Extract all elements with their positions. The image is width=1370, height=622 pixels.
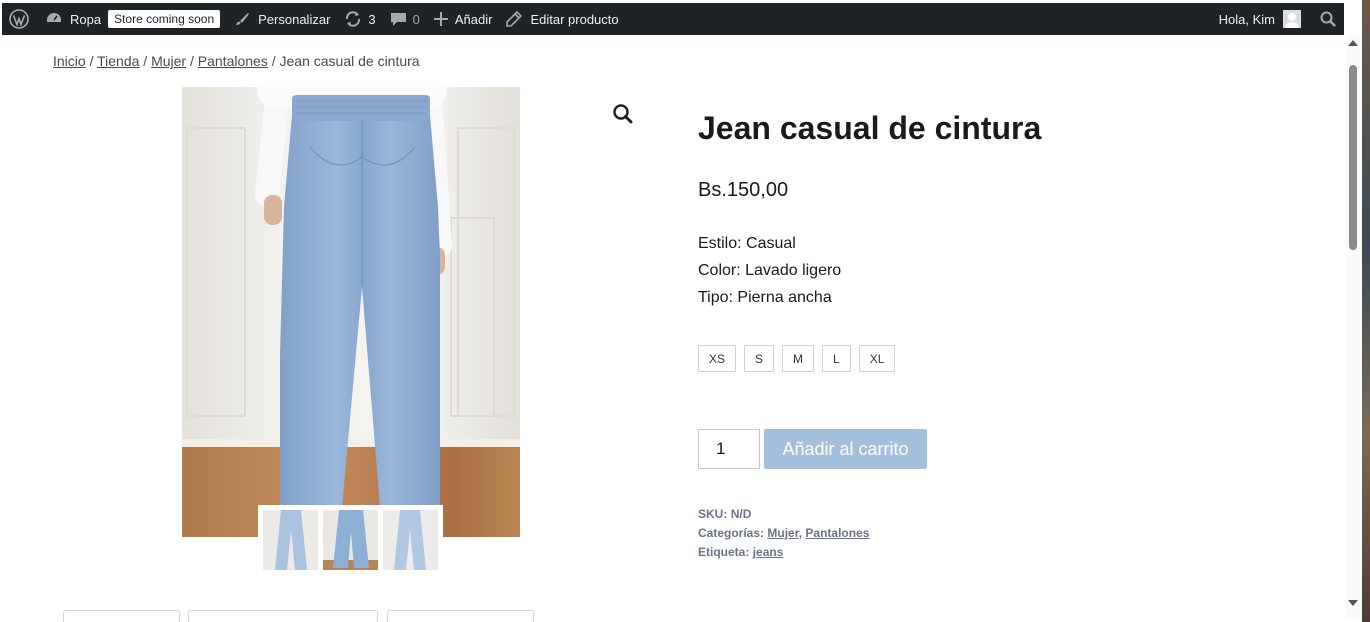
wordpress-logo-icon xyxy=(9,9,29,29)
product-thumbnail[interactable] xyxy=(323,510,378,570)
categories-line: Categorías: Mujer, Pantalones xyxy=(698,526,870,540)
customize-label: Personalizar xyxy=(258,11,331,27)
zoom-icon[interactable] xyxy=(611,102,635,126)
tag-link-jeans[interactable]: jeans xyxy=(753,545,784,559)
add-new-label: Añadir xyxy=(454,11,493,27)
sku-line: SKU: N/D xyxy=(698,505,869,524)
breadcrumb-separator: / xyxy=(186,53,198,69)
breadcrumb-mujer[interactable]: Mujer xyxy=(151,53,186,69)
size-option-xl[interactable]: XL xyxy=(858,345,896,372)
edit-product-link[interactable]: Editar producto xyxy=(499,3,625,35)
add-new-link[interactable]: Añadir xyxy=(427,3,500,35)
breadcrumb-current: Jean casual de cintura xyxy=(279,53,420,69)
admin-search-button[interactable] xyxy=(1308,3,1344,35)
thumbnail-image xyxy=(263,510,318,570)
attribute-type: Tipo: Pierna ancha xyxy=(698,289,832,306)
attribute-color: Color: Lavado ligero xyxy=(698,262,842,279)
image-jeans xyxy=(280,95,440,507)
product-short-description: Estilo: Casual Color: Lavado ligero Tipo… xyxy=(698,230,841,311)
breadcrumb: Inicio / Tienda / Mujer / Pantalones / J… xyxy=(53,53,420,69)
attribute-style: Estilo: Casual xyxy=(698,235,796,252)
avatar xyxy=(1283,10,1301,28)
category-link-mujer[interactable]: Mujer xyxy=(767,526,798,540)
image-wall-panel xyxy=(186,127,246,417)
comments-count: 0 xyxy=(412,11,420,27)
thumbnail-image xyxy=(323,510,378,570)
product-thumbnails xyxy=(258,505,443,573)
store-coming-soon-badge[interactable]: Store coming soon xyxy=(108,10,221,28)
size-swatches: XS S M L XL xyxy=(698,345,896,372)
quantity-input[interactable]: 1 xyxy=(698,429,760,469)
categories-label: Categorías: xyxy=(698,526,765,540)
tag-label: Etiqueta: xyxy=(698,545,750,559)
comments-link[interactable]: 0 xyxy=(383,3,427,35)
product-title: Jean casual de cintura xyxy=(698,110,1042,146)
size-option-m[interactable]: M xyxy=(782,345,815,372)
size-option-l[interactable]: L xyxy=(822,345,851,372)
size-option-s[interactable]: S xyxy=(744,345,775,372)
tab-reviews[interactable] xyxy=(387,610,534,622)
product-main-image[interactable] xyxy=(182,87,520,537)
tab-additional-info[interactable] xyxy=(188,610,378,622)
refresh-icon xyxy=(346,11,361,27)
image-wall-panel xyxy=(450,217,495,417)
product-thumbnail[interactable] xyxy=(263,510,318,570)
breadcrumb-pantalones[interactable]: Pantalones xyxy=(198,53,268,69)
customize-link[interactable]: Personalizar xyxy=(227,3,337,35)
product-thumbnail[interactable] xyxy=(383,510,438,570)
scroll-up-arrow[interactable] xyxy=(1348,40,1358,46)
pencil-icon xyxy=(506,11,523,27)
breadcrumb-separator: / xyxy=(267,53,280,69)
search-icon xyxy=(1320,11,1336,27)
site-name-menu[interactable]: Ropa Store coming soon xyxy=(38,3,227,35)
breadcrumb-separator: / xyxy=(85,53,98,69)
desktop-background xyxy=(1362,0,1370,622)
plus-icon xyxy=(433,12,448,26)
updates-link[interactable]: 3 xyxy=(337,3,382,35)
edit-product-label: Editar producto xyxy=(530,11,619,27)
product-price: Bs.150,00 xyxy=(698,179,789,201)
my-account-menu[interactable]: Hola, Kim xyxy=(1212,3,1308,35)
comment-icon xyxy=(390,13,406,26)
sku-value: N/D xyxy=(730,507,752,521)
breadcrumb-tienda[interactable]: Tienda xyxy=(97,53,139,69)
scroll-down-arrow[interactable] xyxy=(1348,600,1358,606)
greeting: Hola, Kim xyxy=(1218,11,1275,27)
breadcrumb-inicio[interactable]: Inicio xyxy=(53,53,86,69)
wordpress-menu[interactable] xyxy=(2,3,38,35)
tab-description[interactable] xyxy=(63,610,180,622)
site-name: Ropa xyxy=(70,11,102,27)
sku-label: SKU: xyxy=(698,507,728,521)
add-to-cart-button[interactable]: Añadir al carrito xyxy=(764,429,927,469)
product-meta: SKU: N/D Categorías: Mujer, Pantalones E… xyxy=(698,505,869,562)
admin-bar: Ropa Store coming soon Personalizar 3 0 … xyxy=(2,3,1344,35)
updates-count: 3 xyxy=(368,11,376,27)
tag-line: Etiqueta: jeans xyxy=(698,543,869,562)
size-option-xs[interactable]: XS xyxy=(698,345,737,372)
thumbnail-image xyxy=(383,510,438,570)
scrollbar-thumb[interactable] xyxy=(1349,65,1357,250)
brush-icon xyxy=(236,13,250,25)
dashboard-icon xyxy=(47,13,61,22)
category-link-pantalones[interactable]: Pantalones xyxy=(805,526,869,540)
breadcrumb-separator: / xyxy=(139,53,152,69)
